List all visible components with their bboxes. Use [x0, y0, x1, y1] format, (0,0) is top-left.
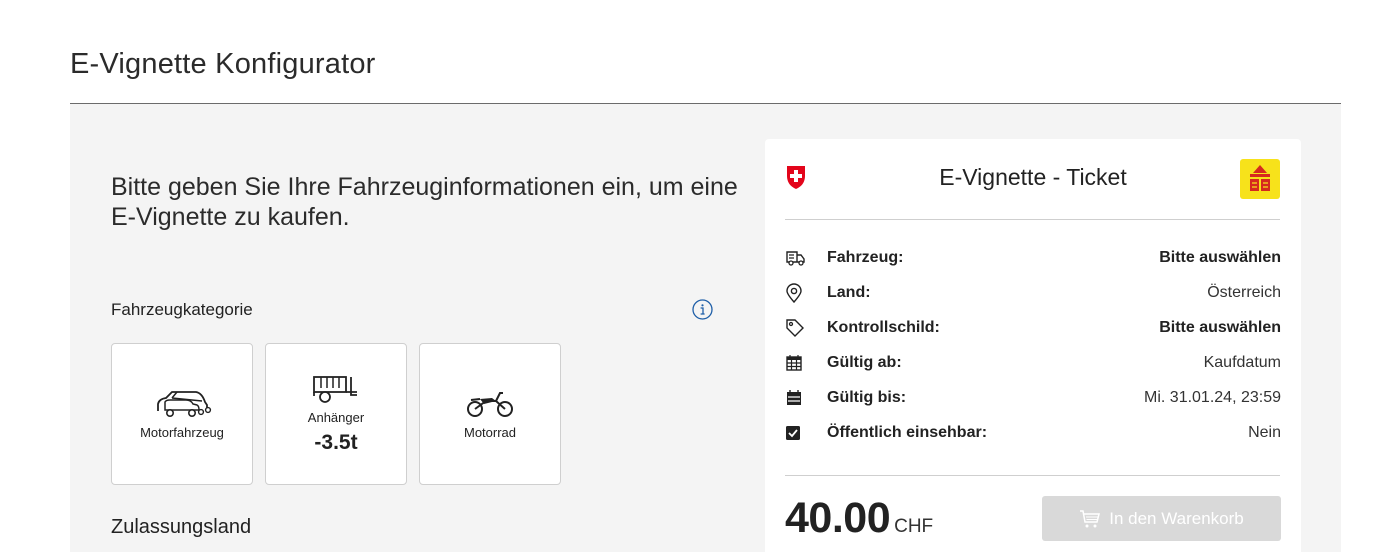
- row-label: Öffentlich einsehbar:: [827, 424, 988, 441]
- intro-text: Bitte geben Sie Ihre Fahrzeuginformation…: [111, 173, 738, 231]
- category-card-anhaenger[interactable]: Anhänger -3.5t: [265, 343, 407, 485]
- row-value: Kaufdatum: [1203, 354, 1281, 371]
- row-label: Kontrollschild:: [827, 319, 940, 336]
- vehicle-category-label: Fahrzeugkategorie: [111, 300, 253, 319]
- page-title: E-Vignette Konfigurator: [70, 48, 376, 80]
- row-value: Bitte auswählen: [1159, 249, 1281, 266]
- category-name: Motorrad: [463, 424, 517, 440]
- car-icon: [157, 390, 212, 417]
- row-label: Gültig ab:: [827, 354, 902, 371]
- location-icon: [785, 282, 807, 304]
- cart-icon: [1080, 509, 1101, 527]
- row-label: Land:: [827, 284, 871, 301]
- price-display: 40.00 CHF: [785, 494, 933, 543]
- ticket-row-fahrzeug: Fahrzeug: Bitte auswählen: [785, 246, 1281, 270]
- category-card-motorfahrzeug[interactable]: Motorfahrzeug: [111, 343, 253, 485]
- row-value: Mi. 31.01.24, 23:59: [1144, 389, 1281, 406]
- row-value: Österreich: [1207, 284, 1281, 301]
- category-card-motorrad[interactable]: Motorrad: [419, 343, 561, 485]
- ticket-summary-card: E-Vignette - Ticket Fahrzeug: Bitte ausw…: [765, 139, 1301, 552]
- ticket-row-gueltig-bis: Gültig bis: Mi. 31.01.24, 23:59: [785, 386, 1281, 410]
- info-icon[interactable]: [692, 299, 713, 320]
- ticket-row-oeffentlich: Öffentlich einsehbar: Nein: [785, 421, 1281, 445]
- row-label: Fahrzeug:: [827, 249, 904, 266]
- trailer-icon: [313, 375, 357, 403]
- category-weight: -3.5t: [314, 430, 358, 454]
- checkbox-icon: [785, 422, 807, 444]
- ticket-title: E-Vignette - Ticket: [939, 164, 1127, 190]
- category-name: Anhänger: [307, 409, 365, 425]
- motorcycle-icon: [467, 391, 513, 417]
- tag-icon: [785, 317, 807, 339]
- ticket-divider: [785, 219, 1280, 220]
- price-amount: 40.00: [785, 494, 891, 542]
- row-value: Nein: [1248, 424, 1281, 441]
- ticket-row-gueltig-ab: Gültig ab: Kaufdatum: [785, 351, 1281, 375]
- ticket-divider: [785, 475, 1280, 476]
- ticket-row-land: Land: Österreich: [785, 281, 1281, 305]
- row-label: Gültig bis:: [827, 389, 907, 406]
- calendar-end-icon: [785, 387, 807, 409]
- vehicle-icon: [785, 247, 807, 269]
- category-name: Motorfahrzeug: [140, 424, 224, 440]
- country-label: Zulassungsland: [111, 516, 252, 538]
- vignette-badge-icon: [1240, 159, 1280, 199]
- add-to-cart-label: In den Warenkorb: [1109, 508, 1244, 528]
- ticket-row-kontrollschild: Kontrollschild: Bitte auswählen: [785, 316, 1281, 340]
- row-value: Bitte auswählen: [1159, 319, 1281, 336]
- add-to-cart-button[interactable]: In den Warenkorb: [1042, 496, 1281, 541]
- calendar-start-icon: [785, 352, 807, 374]
- price-currency: CHF: [894, 516, 934, 537]
